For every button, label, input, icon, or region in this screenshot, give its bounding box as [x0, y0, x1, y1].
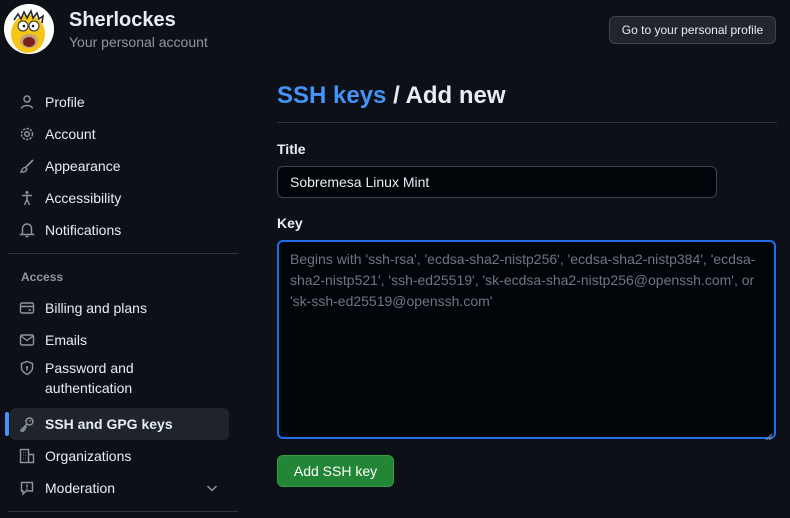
add-ssh-key-button[interactable]: Add SSH key [277, 455, 394, 487]
sidebar-item-password[interactable]: Password and authentication [10, 356, 229, 400]
settings-page: Sherlockes Your personal account Go to y… [0, 0, 790, 518]
sidebar-item-label: Billing and plans [45, 300, 147, 316]
account-name: Sherlockes [69, 9, 176, 31]
active-indicator [5, 412, 9, 436]
key-textarea[interactable] [277, 240, 776, 439]
report-icon [19, 480, 35, 496]
sidebar-item-organizations[interactable]: Organizations [10, 440, 229, 472]
title-input[interactable] [277, 166, 717, 198]
sidebar-item-profile[interactable]: Profile [10, 86, 229, 118]
sidebar-item-label: Notifications [45, 222, 122, 238]
sidebar-item-label: Appearance [45, 158, 121, 174]
avatar[interactable] [4, 4, 54, 54]
sidebar-item-emails[interactable]: Emails [10, 324, 229, 356]
mail-icon [19, 332, 35, 348]
title-divider [277, 122, 777, 123]
sidebar-section-access: Access [21, 270, 64, 284]
key-icon [19, 416, 35, 432]
sidebar-item-account[interactable]: Account [10, 118, 229, 150]
chevron-down-icon[interactable] [204, 480, 220, 496]
title-field-label: Title [277, 141, 306, 157]
sidebar-item-billing[interactable]: Billing and plans [10, 292, 229, 324]
account-subtitle: Your personal account [69, 34, 208, 50]
sidebar-item-appearance[interactable]: Appearance [10, 150, 229, 182]
sidebar-item-label: Moderation [45, 480, 116, 496]
accessibility-icon [19, 190, 35, 206]
sidebar-item-notifications[interactable]: Notifications [10, 214, 229, 246]
person-icon [19, 94, 35, 110]
sidebar-item-label: Profile [45, 94, 85, 110]
page-title: SSH keys / Add new [277, 82, 506, 110]
breadcrumb-separator: / [386, 82, 406, 109]
breadcrumb-current: Add new [405, 82, 506, 109]
credit-card-icon [19, 300, 35, 316]
sidebar-item-label: Password and authentication [45, 360, 134, 396]
organization-icon [19, 448, 35, 464]
account-header: Sherlockes Your personal account Go to y… [0, 0, 790, 62]
sidebar-divider [8, 511, 238, 512]
sidebar-item-label: Account [45, 126, 96, 142]
sidebar-item-label: Organizations [45, 448, 132, 464]
sidebar-item-label: Accessibility [45, 190, 122, 206]
shield-lock-icon [19, 360, 35, 376]
breadcrumb-ssh-keys-link[interactable]: SSH keys [277, 82, 386, 109]
sidebar-item-moderation[interactable]: Moderation [10, 472, 229, 504]
go-to-profile-button[interactable]: Go to your personal profile [609, 16, 776, 44]
paintbrush-icon [19, 158, 35, 174]
sidebar-item-ssh-gpg-keys[interactable]: SSH and GPG keys [10, 408, 229, 440]
gear-icon [19, 126, 35, 142]
sidebar-item-accessibility[interactable]: Accessibility [10, 182, 229, 214]
sidebar-item-label: Emails [45, 332, 88, 348]
sidebar-divider [8, 253, 238, 254]
bell-icon [19, 222, 35, 238]
key-field-label: Key [277, 215, 303, 231]
resize-handle-icon[interactable] [765, 428, 773, 441]
sidebar-item-label: SSH and GPG keys [45, 416, 173, 432]
